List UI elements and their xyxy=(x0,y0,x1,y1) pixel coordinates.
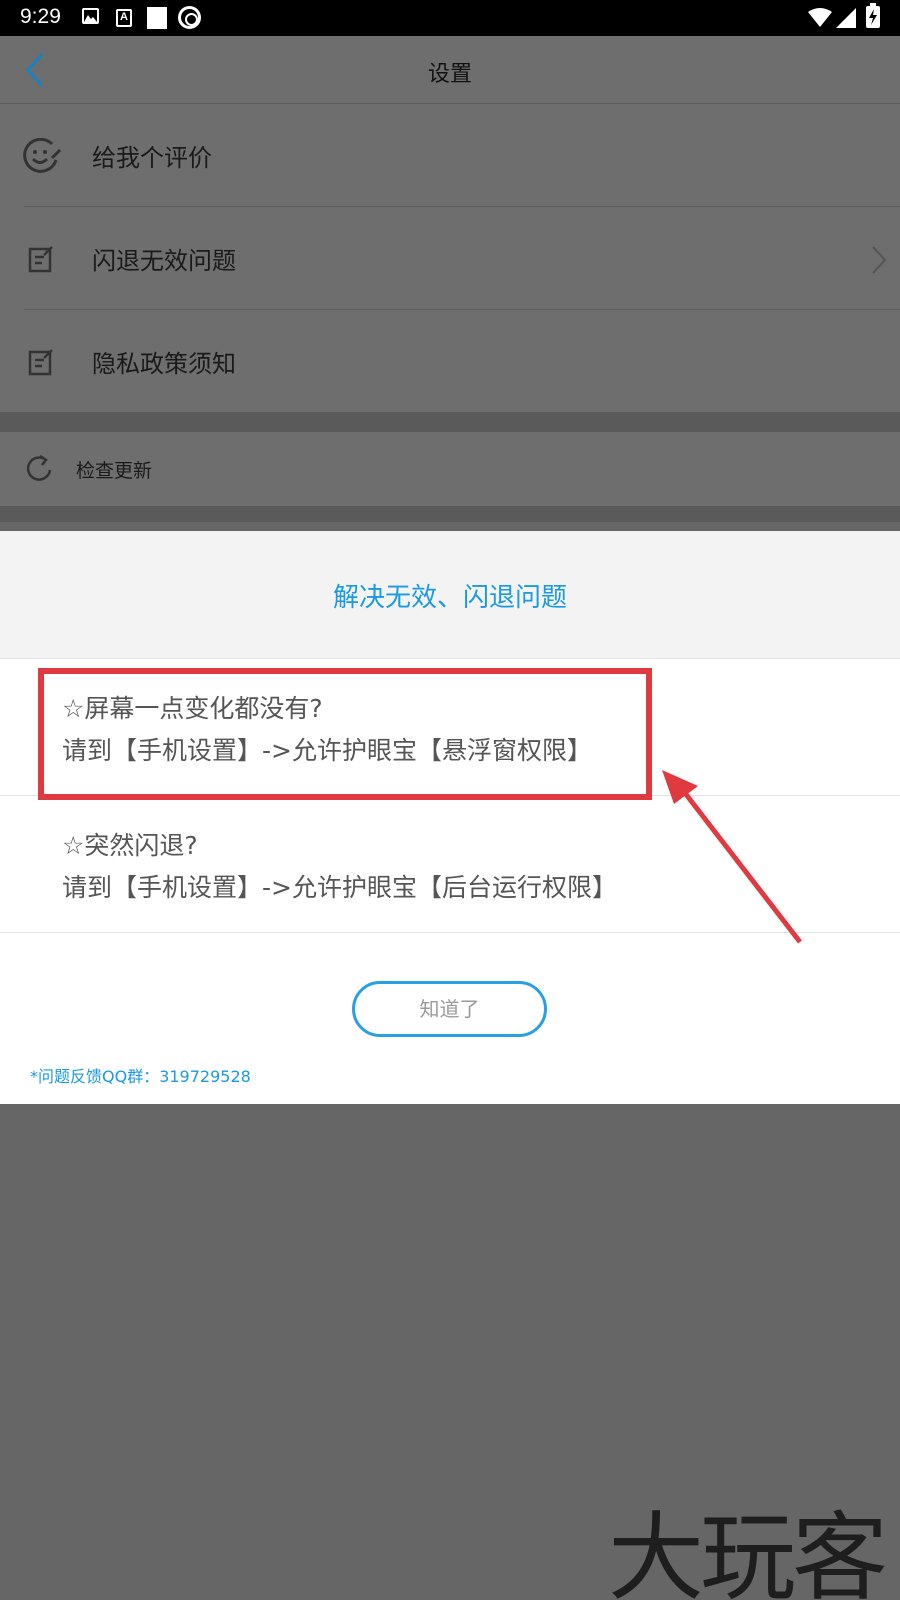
settings-item-label: 给我个评价 xyxy=(92,144,212,172)
image-icon xyxy=(82,8,99,24)
screen: 9:29 A 设置 给我个评价 闪退无效问题 隐私政策须知 检查更新 解决无效、… xyxy=(0,0,900,1600)
dialog-header: 解决无效、闪退问题 xyxy=(0,531,900,659)
battery-charging-icon xyxy=(866,3,880,28)
wifi-icon xyxy=(808,8,832,27)
settings-item-privacy[interactable]: 隐私政策须知 xyxy=(0,310,900,413)
settings-list: 给我个评价 闪退无效问题 隐私政策须知 xyxy=(0,104,900,412)
highlight-box xyxy=(38,668,652,800)
edit-note-icon xyxy=(28,246,53,273)
text-a-icon: A xyxy=(116,9,132,27)
settings-item-check-update[interactable]: 检查更新 xyxy=(0,432,900,506)
settings-item-label: 检查更新 xyxy=(76,460,153,482)
tip-answer: 请到【手机设置】->允许护眼宝【后台运行权限】 xyxy=(62,873,617,902)
settings-item-crash-issue[interactable]: 闪退无效问题 xyxy=(0,207,900,310)
signal-icon xyxy=(836,8,856,28)
chevron-right-icon xyxy=(872,246,887,274)
nav-bar: 设置 xyxy=(0,36,900,104)
settings-item-rate[interactable]: 给我个评价 xyxy=(0,104,900,207)
section-gap xyxy=(0,506,900,522)
feedback-qq-group: *问题反馈QQ群：319729528 xyxy=(30,1067,251,1086)
section-gap xyxy=(0,412,900,432)
edit-note-icon xyxy=(28,349,53,376)
square-icon xyxy=(147,7,167,29)
settings-item-label: 隐私政策须知 xyxy=(92,350,236,378)
status-time: 9:29 xyxy=(20,5,61,28)
sync-circle-icon xyxy=(178,6,201,29)
page-title: 设置 xyxy=(427,62,472,87)
got-it-button[interactable]: 知道了 xyxy=(352,981,547,1037)
refresh-icon xyxy=(26,454,52,481)
status-bar: 9:29 A xyxy=(0,0,900,36)
settings-item-label: 闪退无效问题 xyxy=(92,247,236,275)
dialog-title: 解决无效、闪退问题 xyxy=(332,583,567,613)
watermark-logo: 大玩客 xyxy=(608,1502,888,1600)
arrow-annotation-icon xyxy=(662,770,802,944)
smiley-icon xyxy=(23,138,62,173)
tip-question: ☆突然闪退? xyxy=(62,831,198,860)
